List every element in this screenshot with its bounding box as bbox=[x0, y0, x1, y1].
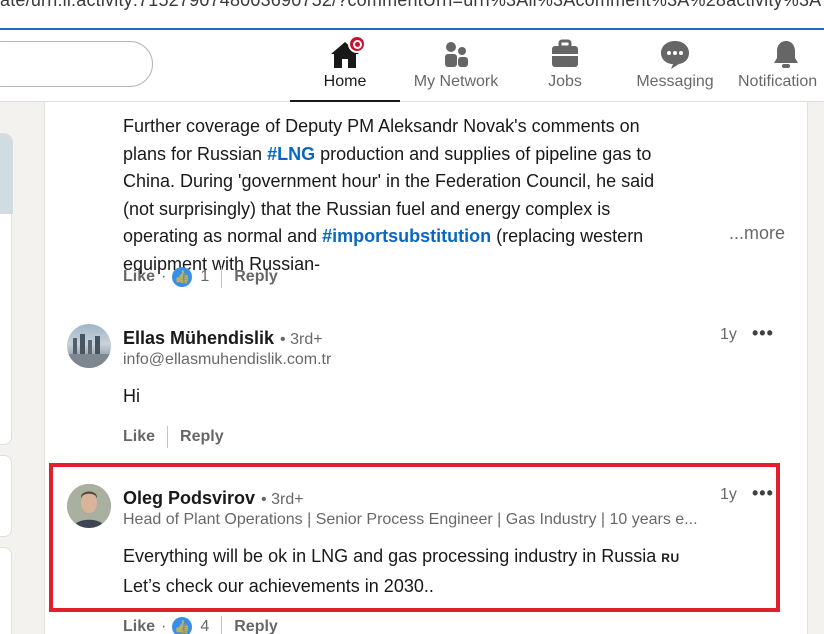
comment-time: 1y bbox=[720, 326, 737, 343]
reaction-count[interactable]: 1 bbox=[200, 268, 209, 286]
divider bbox=[167, 426, 169, 448]
reaction-count[interactable]: 4 bbox=[200, 618, 209, 634]
nav-my-network-label: My Network bbox=[413, 73, 499, 90]
commenter-name-text[interactable]: Ellas Mühendislik bbox=[123, 328, 274, 348]
global-nav: Home My Network Jobs Messaging Notificat… bbox=[0, 30, 824, 102]
like-button[interactable]: Like bbox=[123, 618, 155, 634]
separator-dot: · bbox=[161, 618, 167, 634]
connection-degree: • 3rd+ bbox=[280, 331, 323, 348]
nav-my-network[interactable]: My Network bbox=[400, 30, 512, 102]
nav-notifications[interactable]: Notification bbox=[738, 30, 824, 102]
url-text: ate/urn:li:activity:7152790748003690752/… bbox=[0, 0, 824, 10]
reply-button[interactable]: Reply bbox=[180, 428, 224, 446]
commenter-name[interactable]: Ellas Mühendislik • 3rd+ bbox=[123, 328, 323, 349]
separator-dot: · bbox=[161, 268, 167, 285]
highlight-box bbox=[49, 463, 780, 612]
more-options-icon[interactable]: ••• bbox=[752, 323, 774, 344]
comment-text: Hi bbox=[123, 386, 140, 406]
search-input[interactable] bbox=[0, 41, 153, 87]
briefcase-icon bbox=[549, 38, 581, 70]
notification-badge bbox=[348, 35, 366, 53]
nav-jobs-label: Jobs bbox=[548, 73, 582, 90]
nav-home[interactable]: Home bbox=[290, 30, 400, 102]
hashtag-importsubstitution-link[interactable]: #importsubstitution bbox=[322, 226, 491, 246]
reply-button[interactable]: Reply bbox=[234, 268, 278, 286]
nav-jobs[interactable]: Jobs bbox=[520, 30, 610, 102]
nav-home-label: Home bbox=[323, 73, 367, 90]
nav-messaging[interactable]: Messaging bbox=[620, 30, 730, 102]
nav-messaging-label: Messaging bbox=[636, 73, 714, 90]
left-sidebar-card-2 bbox=[0, 455, 12, 537]
left-sidebar-card bbox=[0, 133, 13, 445]
post-body: Further coverage of Deputy PM Aleksandr … bbox=[123, 113, 683, 278]
divider bbox=[221, 616, 223, 634]
like-reaction-icon bbox=[172, 617, 193, 634]
bell-icon bbox=[770, 38, 802, 70]
hashtag-lng-link[interactable]: #LNG bbox=[267, 144, 315, 164]
home-icon bbox=[329, 35, 366, 70]
comment-actions: Like · 4 Reply bbox=[123, 615, 278, 634]
like-button[interactable]: Like bbox=[123, 268, 155, 286]
left-sidebar-card-3 bbox=[0, 547, 12, 634]
like-button[interactable]: Like bbox=[123, 428, 155, 446]
see-more-button[interactable]: ...more bbox=[729, 223, 785, 244]
like-reaction-icon bbox=[172, 267, 193, 287]
people-icon bbox=[440, 38, 472, 70]
comment-actions: Like Reply bbox=[123, 425, 224, 449]
avatar[interactable] bbox=[67, 324, 111, 368]
address-bar[interactable]: ate/urn:li:activity:7152790748003690752/… bbox=[0, 0, 824, 30]
divider bbox=[221, 266, 223, 288]
chat-icon bbox=[659, 38, 691, 70]
commenter-headline: info@ellasmuhendislik.com.tr bbox=[123, 351, 332, 368]
reply-button[interactable]: Reply bbox=[234, 618, 278, 634]
post-actions: Like · 1 Reply bbox=[123, 265, 278, 289]
nav-notifications-label: Notification bbox=[738, 73, 818, 90]
